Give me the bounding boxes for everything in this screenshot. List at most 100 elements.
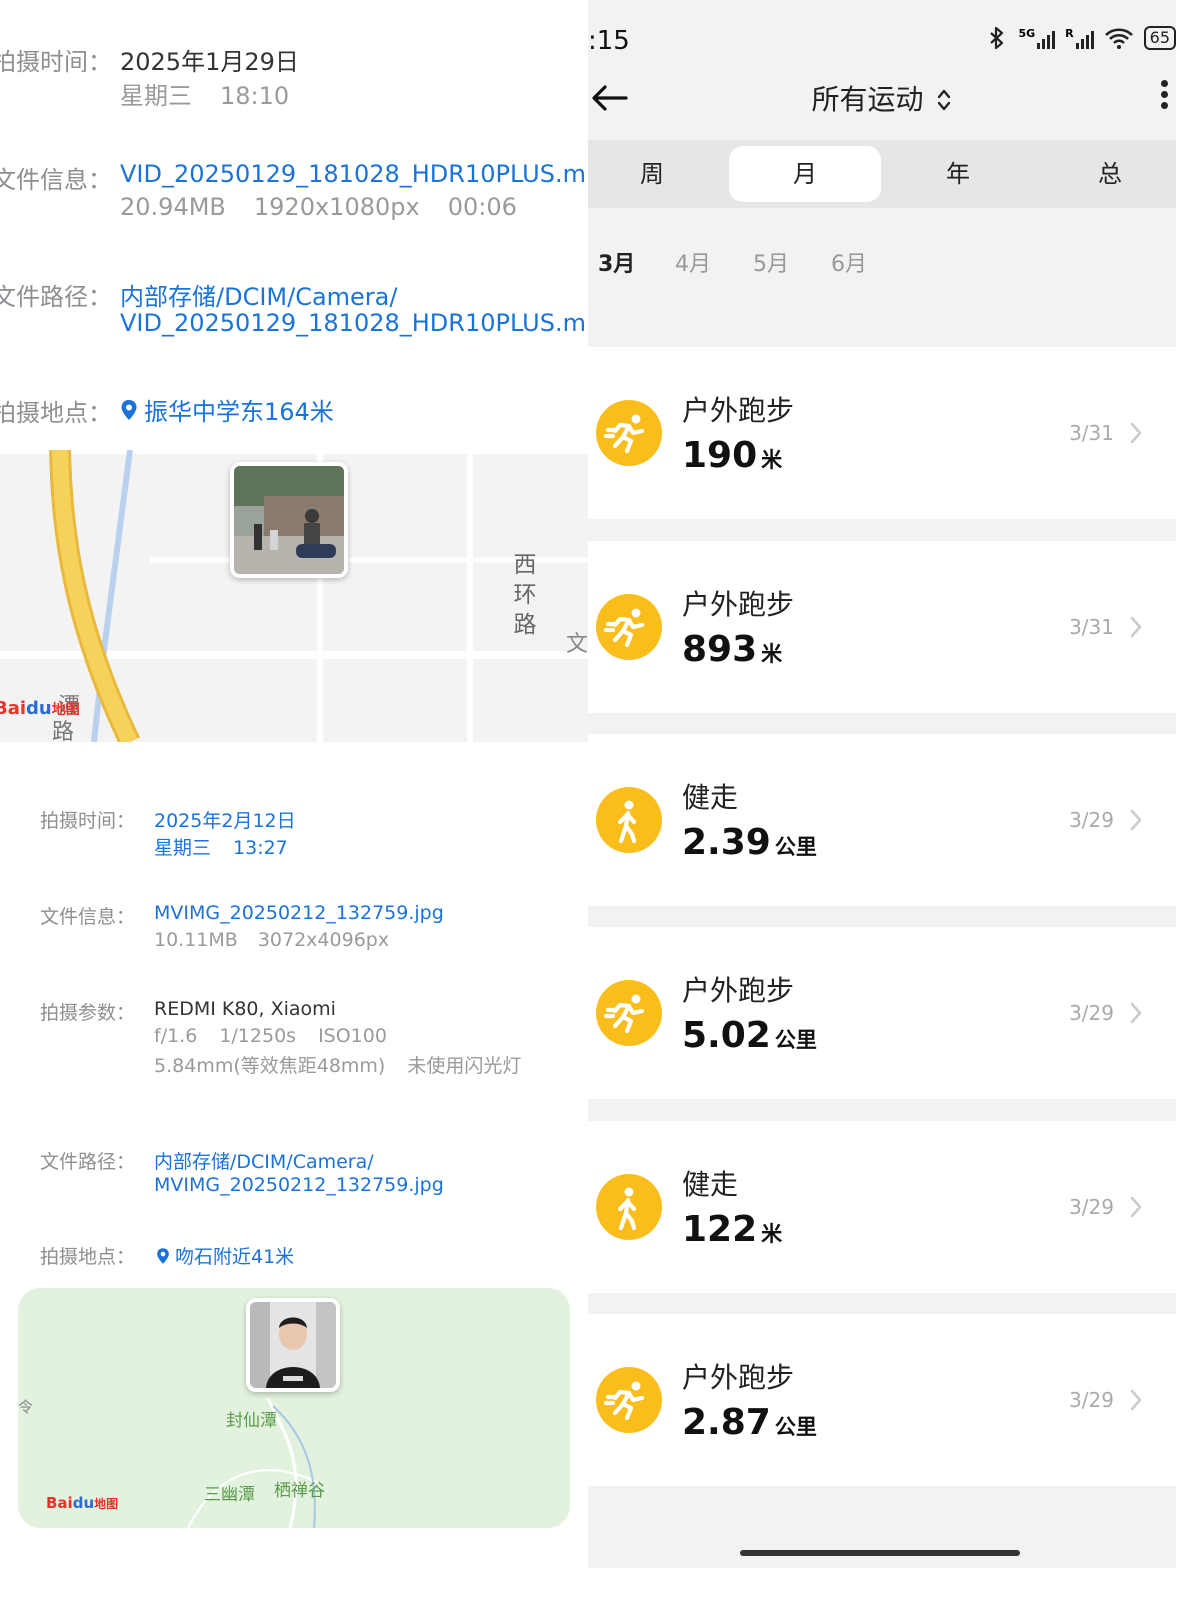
activity-distance: 2.39 公里 <box>682 822 817 863</box>
location-label-2: 拍摄地点： <box>40 1246 136 1268</box>
activity-name: 健走 <box>682 1168 739 1201</box>
activity-date: 3/29 <box>1069 1195 1114 1219</box>
location-link-2[interactable]: 吻石附近41米 <box>156 1242 294 1269</box>
location-pin-icon <box>121 399 137 420</box>
capture-params-label: 拍摄参数： <box>40 1002 136 1024</box>
activity-date: 3/31 <box>1069 615 1114 639</box>
activity-distance: 893 米 <box>682 629 783 670</box>
file-path-label: 文件路径： <box>0 283 112 311</box>
activity-name: 健走 <box>682 781 739 814</box>
running-icon <box>596 400 662 466</box>
wifi-icon <box>1104 28 1133 49</box>
tab-month[interactable]: 月 <box>729 146 881 202</box>
file-name-link-2[interactable]: MVIMG_20250212_132759.jpg <box>154 902 444 924</box>
bluetooth-icon <box>990 26 1004 50</box>
location-pin-icon <box>157 1247 169 1264</box>
photo-thumbnail-2-image <box>250 1302 336 1388</box>
signal-roaming-icon: R <box>1065 27 1094 49</box>
tab-total[interactable]: 总 <box>1034 146 1176 202</box>
file-info-label: 文件信息： <box>0 166 112 194</box>
activity-card[interactable]: 健走 2.39 公里 3/29 <box>588 734 1176 906</box>
activity-card[interactable]: 户外跑步 2.87 公里 3/29 <box>588 1314 1176 1486</box>
capture-weekday-time-2[interactable]: 星期三 13:27 <box>154 833 288 860</box>
location-map-1[interactable]: 西环路 文 潭 路 Baidu地图 <box>0 450 588 742</box>
file-path-label-2: 文件路径： <box>40 1151 136 1173</box>
capture-date-2[interactable]: 2025年2月12日 <box>154 806 296 833</box>
month-selector: 3月 4月 5月 6月 <box>588 236 1176 286</box>
signal-5g-icon: 5G <box>1018 27 1056 49</box>
activity-distance: 5.02 公里 <box>682 1015 817 1056</box>
month-may[interactable]: 5月 <box>753 246 789 278</box>
file-path-link-4[interactable]: MVIMG_20250212_132759.jpg <box>154 1174 444 1196</box>
month-mar[interactable]: 3月 <box>598 246 635 278</box>
updown-chevron-icon <box>938 89 951 111</box>
map-edge-text-2: 令 <box>18 1398 34 1416</box>
activity-date: 3/29 <box>1069 808 1114 832</box>
running-icon <box>596 980 662 1046</box>
photo-thumbnail-2[interactable] <box>246 1298 340 1392</box>
capture-time-label-2: 拍摄时间： <box>40 810 136 832</box>
status-icons: 5G R 65 <box>986 26 1176 50</box>
photo-thumbnail-image <box>234 466 344 574</box>
activity-card[interactable]: 户外跑步 893 米 3/31 <box>588 541 1176 713</box>
activity-date: 3/29 <box>1069 1388 1114 1412</box>
tab-year[interactable]: 年 <box>882 146 1034 202</box>
status-time: :15 <box>588 26 630 56</box>
chevron-right-icon <box>1130 809 1142 831</box>
file-name-link[interactable]: VID_20250129_181028_HDR10PLUS.mp4 <box>120 160 588 188</box>
more-menu-icon[interactable] <box>1158 80 1170 116</box>
camera-focal-flash: 5.84mm(等效焦距48mm) 未使用闪光灯 <box>154 1055 522 1077</box>
tab-week[interactable]: 周 <box>588 146 728 202</box>
chevron-right-icon <box>1130 1196 1142 1218</box>
activity-date: 3/31 <box>1069 421 1114 445</box>
home-indicator[interactable] <box>740 1550 1020 1556</box>
screenshot-collage: 拍摄时间： 2025年1月29日 星期三 18:10 文件信息： VID_2025… <box>0 0 1176 1568</box>
fitness-app-panel: :15 5G R 65 所有运动 周 月 年 总 3月 4月 5月 6月 户外跑… <box>588 0 1176 1568</box>
location-map-2[interactable]: 封仙潭 三幽潭 栖禅谷 令 Baidu地图 <box>18 1288 570 1528</box>
file-path-link[interactable]: 内部存储/DCIM/Camera/ <box>120 277 397 312</box>
battery-icon: 65 <box>1143 26 1176 50</box>
walking-icon <box>596 787 662 853</box>
running-icon <box>596 594 662 660</box>
activity-date: 3/29 <box>1069 1001 1114 1025</box>
chevron-right-icon <box>1130 1002 1142 1024</box>
activity-distance: 122 米 <box>682 1209 783 1250</box>
month-jun[interactable]: 6月 <box>831 246 867 278</box>
file-path-link-3[interactable]: 内部存储/DCIM/Camera/ <box>154 1147 374 1174</box>
activity-card[interactable]: 健走 122 米 3/29 <box>588 1121 1176 1293</box>
activity-name: 户外跑步 <box>682 394 795 427</box>
chevron-right-icon <box>1130 616 1142 638</box>
camera-exposure: f/1.6 1/1250s ISO100 <box>154 1025 387 1047</box>
running-icon <box>596 1367 662 1433</box>
baidu-map-logo: Baidu地图 <box>0 698 80 719</box>
activity-name: 户外跑步 <box>682 588 795 621</box>
month-apr[interactable]: 4月 <box>675 246 711 278</box>
capture-date: 2025年1月29日 <box>120 48 299 76</box>
place-label-qichangu: 栖禅谷 <box>274 1481 325 1501</box>
activity-card[interactable]: 户外跑步 190 米 3/31 <box>588 347 1176 519</box>
status-bar: :15 5G R 65 <box>588 22 1176 62</box>
file-meta-2: 10.11MB 3072x4096px <box>154 929 390 951</box>
activity-distance: 190 米 <box>682 435 783 476</box>
location-label: 拍摄地点： <box>0 399 112 427</box>
map-edge-text: 文 <box>566 632 588 657</box>
title-bar: 所有运动 <box>588 68 1176 128</box>
photo-thumbnail[interactable] <box>230 462 348 578</box>
baidu-map-logo-2: Baidu地图 <box>46 1494 119 1512</box>
location-link[interactable]: 振华中学东164米 <box>120 392 334 427</box>
walking-icon <box>596 1174 662 1240</box>
chevron-right-icon <box>1130 422 1142 444</box>
sport-type-selector[interactable]: 所有运动 <box>588 78 1176 118</box>
file-info-label-2: 文件信息： <box>40 906 136 928</box>
file-path-link-2[interactable]: VID_20250129_181028_HDR10PLUS.mp4 <box>120 309 588 337</box>
capture-weekday-time: 星期三 18:10 <box>120 82 290 110</box>
activity-name: 户外跑步 <box>682 1361 795 1394</box>
capture-time-label: 拍摄时间： <box>0 48 112 76</box>
activity-card[interactable]: 户外跑步 5.02 公里 3/29 <box>588 927 1176 1099</box>
place-label-sanyoutan: 三幽潭 <box>204 1485 255 1505</box>
activity-name: 户外跑步 <box>682 974 795 1007</box>
camera-device: REDMI K80, Xiaomi <box>154 998 336 1020</box>
chevron-right-icon <box>1130 1389 1142 1411</box>
period-tabs: 周 月 年 总 <box>588 140 1176 208</box>
photo-details-panel: 拍摄时间： 2025年1月29日 星期三 18:10 文件信息： VID_2025… <box>0 0 588 1568</box>
